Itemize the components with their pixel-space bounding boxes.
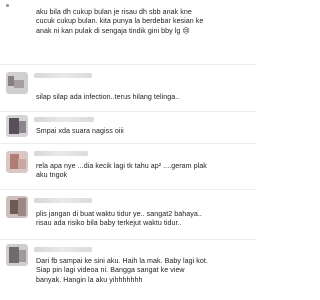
user-avatar[interactable] [6,244,28,266]
divider [0,64,257,65]
username-blurred[interactable] [34,73,92,78]
comment-item[interactable]: aku bila dh cukup bulan je risau dh sbb … [0,0,257,62]
user-avatar[interactable] [6,4,9,7]
username-blurred[interactable] [34,247,92,252]
user-avatar[interactable] [6,196,28,218]
comment-text: plis jangan di buat waktu tidur ye.. san… [36,210,202,228]
user-avatar[interactable] [6,72,28,94]
comment-text: silap silap ada infection..terus hilang … [36,93,180,101]
user-avatar[interactable] [6,115,28,137]
comment-text: Dari fb sampai ke sini aku. Haih la mak.… [36,257,208,284]
comment-item[interactable]: Smpai xda suara nagiss oiii [0,112,257,142]
username-blurred[interactable] [34,117,94,122]
username-blurred[interactable] [34,151,88,156]
comment-list: aku bila dh cukup bulan je risau dh sbb … [0,0,257,300]
comment-item[interactable]: silap silap ada infection..terus hilang … [0,66,257,110]
user-avatar[interactable] [6,151,28,173]
username-blurred[interactable] [34,198,92,203]
comment-item[interactable]: rela apa nye ...dia kecik lagi tk tahu a… [0,144,257,186]
comment-item[interactable]: plis jangan di buat waktu tidur ye.. san… [0,190,257,236]
comment-item[interactable]: Dari fb sampai ke sini aku. Haih la mak.… [0,240,257,300]
comment-text: aku bila dh cukup bulan je risau dh sbb … [36,8,204,35]
comment-text: Smpai xda suara nagiss oiii [36,127,124,135]
comment-text: rela apa nye ...dia kecik lagi tk tahu a… [36,162,207,180]
